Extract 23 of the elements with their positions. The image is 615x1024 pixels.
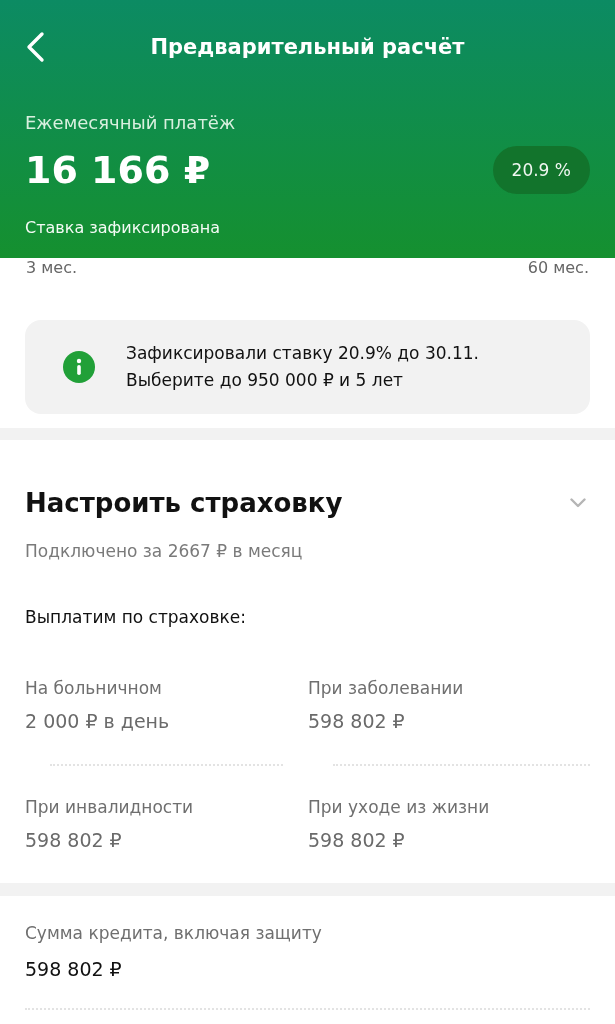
page-title: Предварительный расчёт — [150, 34, 465, 61]
loan-total-value: 598 802 ₽ — [25, 957, 122, 982]
rate-note: Ставка зафиксирована — [25, 217, 220, 239]
payout-value: 598 802 ₽ — [308, 709, 405, 734]
payment-amount: 16 166 ₽ — [25, 147, 211, 194]
term-max-label: 60 мес. — [527, 258, 589, 278]
section-title: Настроить страховку — [25, 487, 343, 520]
info-text: Зафиксировали ставку 20.9% до 30.11. Выберите до 950 000 ₽ и 5 лет — [126, 342, 479, 392]
insurance-cost-text: Подключено за 2667 ₽ в месяц — [25, 540, 303, 563]
payout-label: При заболевании — [308, 677, 464, 700]
back-icon[interactable] — [25, 31, 45, 63]
payout-value: 2 000 ₽ в день — [25, 709, 170, 734]
term-min-label: 3 мес. — [26, 258, 78, 278]
payment-label: Ежемесячный платёж — [25, 111, 236, 135]
info-icon — [63, 351, 95, 383]
payouts-heading: Выплатим по страховке: — [25, 606, 246, 629]
payout-label: При инвалидности — [25, 796, 194, 819]
loan-total-label: Сумма кредита, включая защиту — [25, 922, 322, 945]
payout-label: При уходе из жизни — [308, 796, 490, 819]
rate-badge: 20.9 % — [492, 146, 590, 194]
payout-label: На больничном — [25, 677, 162, 700]
payout-value: 598 802 ₽ — [25, 828, 122, 853]
payout-value: 598 802 ₽ — [308, 828, 405, 853]
